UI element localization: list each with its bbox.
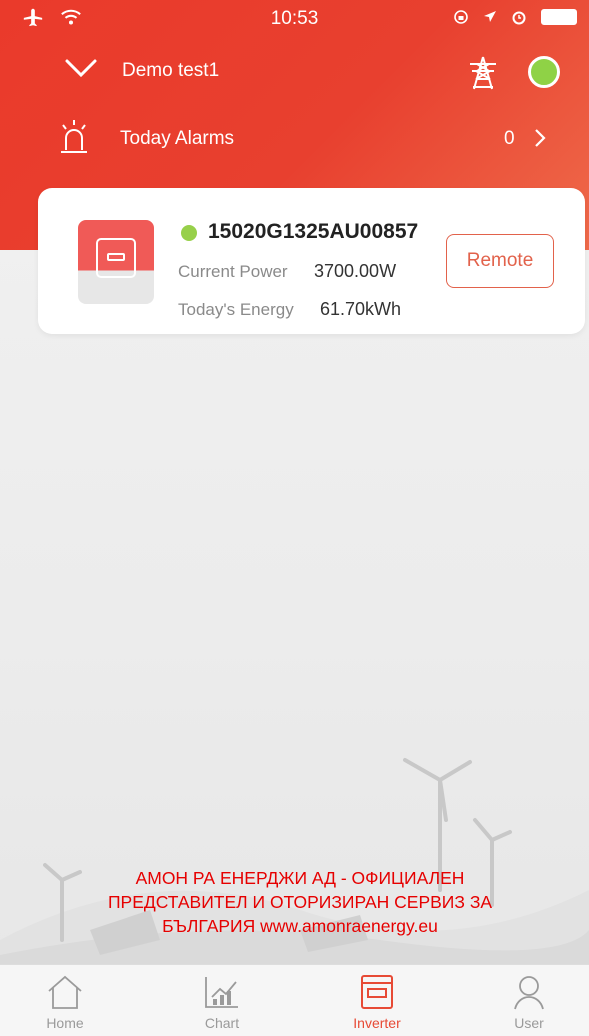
chart-icon <box>205 977 238 1008</box>
watermark-line-1: АМОН РА ЕНЕРДЖИ АД - ОФИЦИАЛЕН <box>135 868 465 888</box>
todays-energy-label: Today's Energy <box>178 300 294 319</box>
rotation-lock-icon <box>454 10 468 24</box>
status-bar: 10:53 <box>0 0 589 40</box>
tab-inverter[interactable]: Inverter <box>322 965 432 1036</box>
watermark-line-2: ПРЕДСТАВИТЕЛ И ОТОРИЗИРАН СЕРВИЗ ЗА <box>107 892 493 912</box>
current-power-label: Current Power <box>178 262 288 281</box>
today-alarms-row[interactable]: Today Alarms 0 <box>0 108 589 168</box>
plant-name: Demo test1 <box>122 60 220 81</box>
tab-user[interactable]: User <box>474 965 584 1036</box>
location-icon <box>484 11 496 22</box>
siren-icon <box>61 120 87 153</box>
watermark-line-3: БЪЛГАРИЯ www.amonraenergy.eu <box>162 916 438 936</box>
tab-user-label: User <box>514 1015 544 1031</box>
tab-home[interactable]: Home <box>10 965 120 1036</box>
home-icon <box>48 975 82 1009</box>
chevron-down-icon[interactable] <box>64 56 98 80</box>
battery-icon <box>541 9 577 25</box>
grid-tower-icon[interactable] <box>464 54 502 92</box>
inverter-slot-shape <box>107 253 125 261</box>
inverter-serial: 15020G1325AU00857 <box>208 220 419 243</box>
alarm-label: Today Alarms <box>120 128 235 149</box>
current-power-value: 3700.00W <box>314 261 397 281</box>
tab-chart-label: Chart <box>204 1015 240 1031</box>
inverter-card[interactable]: 15020G1325AU00857 Current Power 3700.00W… <box>38 188 585 334</box>
alarm-count: 0 <box>504 128 515 149</box>
app-screen: 10:53 Demo test1 Today Alarms 0 15020G13… <box>0 0 589 1036</box>
inverter-status-dot <box>181 225 197 241</box>
status-right <box>453 9 577 25</box>
plant-status-indicator <box>528 56 560 88</box>
alarm-clock-icon <box>512 11 526 25</box>
inverter-thumbnail <box>78 220 154 304</box>
tab-chart[interactable]: Chart <box>167 965 277 1036</box>
plant-selector[interactable]: Demo test1 <box>0 42 589 102</box>
tab-bar: Home Chart Inverter User <box>0 964 589 1036</box>
todays-energy-value: 61.70kWh <box>320 299 402 319</box>
chevron-right-icon[interactable] <box>532 126 548 150</box>
remote-button[interactable]: Remote <box>446 234 554 288</box>
user-icon <box>514 976 544 1010</box>
tab-inverter-label: Inverter <box>353 1015 401 1031</box>
tab-home-label: Home <box>46 1015 84 1031</box>
inverter-icon <box>361 975 393 1009</box>
dealer-watermark: АМОН РА ЕНЕРДЖИ АД - ОФИЦИАЛЕН ПРЕДСТАВИ… <box>40 866 560 938</box>
